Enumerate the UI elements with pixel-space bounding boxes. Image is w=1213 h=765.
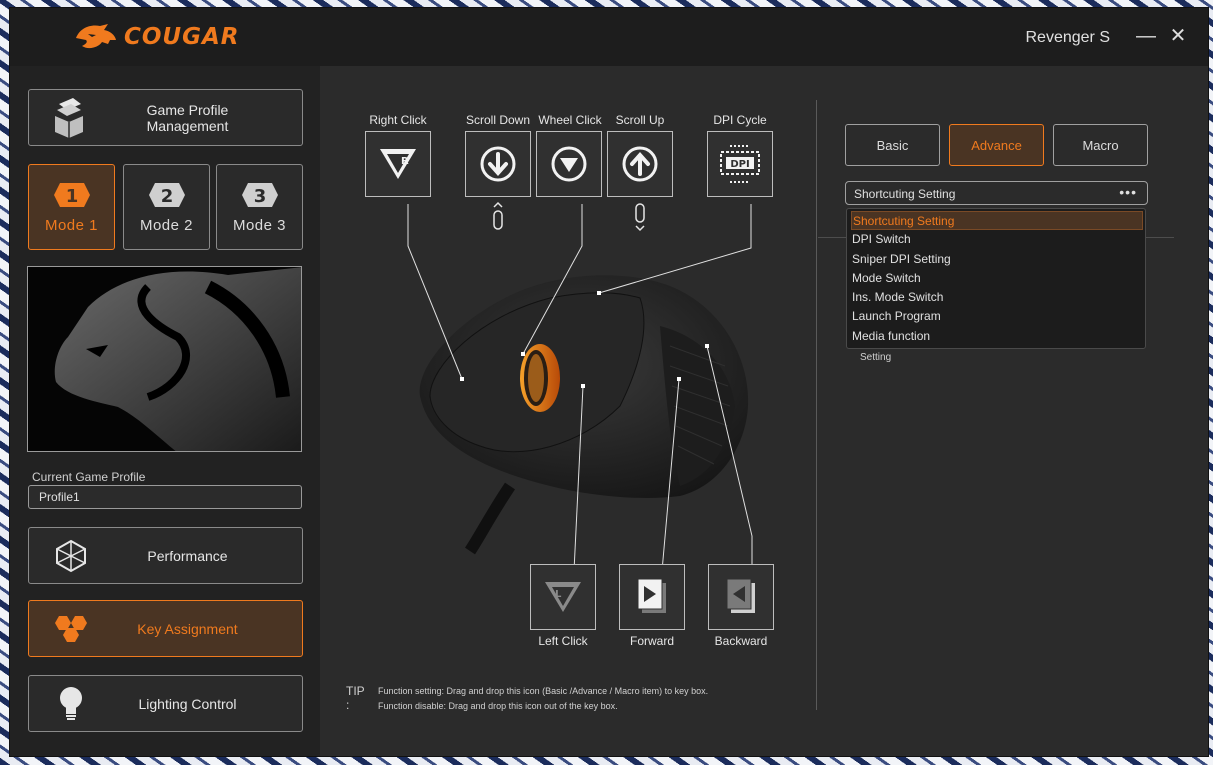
dropdown-option[interactable]: Mode Switch [851, 269, 1143, 288]
game-profile-label-line1: Game Profile [146, 101, 229, 118]
wheel-click-label: Wheel Click [538, 113, 602, 127]
dropdown-value: Shortcuting Setting [854, 187, 956, 201]
current-profile-label: Current Game Profile [32, 470, 146, 484]
partial-setting-label: Setting [860, 352, 892, 363]
svg-text:DPI: DPI [730, 159, 749, 170]
left-click-icon: L [545, 582, 581, 612]
backward-key-box[interactable] [708, 564, 774, 630]
right-click-key-box[interactable]: R [365, 131, 431, 197]
mode-1-button[interactable]: 1 Mode 1 [28, 164, 115, 250]
cougar-head-icon [76, 24, 116, 49]
vertical-divider [816, 100, 817, 710]
dpi-cycle-key-box[interactable]: DPI [707, 131, 773, 197]
logo-text: COUGAR [124, 24, 240, 50]
tab-advance[interactable]: Advance [949, 124, 1044, 166]
performance-icon [29, 539, 113, 573]
tip-head: TIP : [346, 684, 365, 712]
scroll-up-key-box[interactable] [607, 131, 673, 197]
key-assignment-icon [29, 614, 113, 644]
tab-basic[interactable]: Basic [845, 124, 940, 166]
dropdown-option[interactable]: Sniper DPI Setting [851, 250, 1143, 269]
game-profile-label-line2: Management [146, 117, 229, 134]
current-profile-field[interactable]: Profile1 [28, 485, 302, 509]
scroll-down-indicator-icon [635, 203, 645, 232]
dropdown-list: Shortcuting Setting DPI Switch Sniper DP… [846, 208, 1146, 349]
dropdown-option[interactable]: Media function [851, 327, 1143, 346]
scroll-up-label: Scroll Up [615, 113, 665, 127]
dropdown-option[interactable]: DPI Switch [851, 230, 1143, 249]
dpi-cycle-label: DPI Cycle [713, 113, 767, 127]
sidebar: Game Profile Management 1 Mode 1 2 Mode … [10, 66, 320, 756]
app-window: COUGAR Revenger S — ✕ Game Profile Manag… [10, 8, 1208, 756]
backward-page-icon [726, 578, 755, 613]
title-bar: COUGAR Revenger S — ✕ [10, 8, 1208, 66]
mode-3-label: Mode 3 [232, 216, 287, 234]
arrow-up-circle-icon [622, 146, 658, 182]
cougar-profile-art [54, 267, 301, 451]
dpi-icon: DPI [720, 145, 760, 183]
dropdown-option[interactable]: Shortcuting Setting [851, 211, 1143, 230]
performance-button[interactable]: Performance [28, 527, 303, 584]
backward-label: Backward [714, 634, 768, 648]
mode-1-label: Mode 1 [44, 216, 99, 234]
hexagon-3-icon: 3 [241, 182, 278, 207]
scroll-up-indicator-icon [493, 201, 503, 230]
close-button[interactable]: ✕ [1166, 24, 1190, 48]
more-dots-icon: ••• [1119, 184, 1137, 200]
tip-line-2: Function disable: Drag and drop this ico… [378, 701, 618, 711]
tab-macro[interactable]: Macro [1053, 124, 1148, 166]
right-click-label: Right Click [369, 113, 427, 127]
game-profile-management-label: Game Profile Management [113, 102, 302, 134]
left-click-key-box[interactable]: L [530, 564, 596, 630]
mode-2-label: Mode 2 [139, 216, 194, 234]
key-assignment-button[interactable]: Key Assignment [28, 600, 303, 657]
game-profile-management-button[interactable]: Game Profile Management [28, 89, 303, 146]
scroll-down-key-box[interactable] [465, 131, 531, 197]
svg-text:L: L [555, 589, 562, 600]
scroll-down-label: Scroll Down [465, 113, 531, 127]
svg-text:R: R [401, 156, 409, 167]
svg-text:3: 3 [253, 186, 266, 207]
triangle-down-circle-icon [551, 146, 587, 182]
arrow-down-circle-icon [480, 146, 516, 182]
svg-text:2: 2 [160, 186, 173, 207]
right-click-icon: R [380, 149, 416, 179]
minimize-button[interactable]: — [1134, 24, 1158, 48]
mode-3-button[interactable]: 3 Mode 3 [216, 164, 303, 250]
profile-image[interactable] [27, 266, 302, 452]
lightbulb-icon [29, 686, 113, 722]
svg-text:1: 1 [65, 186, 78, 207]
forward-key-box[interactable] [619, 564, 685, 630]
performance-label: Performance [147, 547, 228, 564]
tip-line-1: Function setting: Drag and drop this ico… [378, 686, 709, 696]
device-name: Revenger S [1025, 29, 1111, 46]
function-dropdown[interactable]: Shortcuting Setting ••• [845, 181, 1148, 205]
lighting-control-button[interactable]: Lighting Control [28, 675, 303, 732]
dropdown-option[interactable]: Ins. Mode Switch [851, 288, 1143, 307]
lighting-control-label: Lighting Control [138, 695, 237, 712]
key-assignment-label: Key Assignment [137, 620, 238, 637]
forward-label: Forward [629, 634, 674, 648]
dropdown-option[interactable]: Launch Program [851, 307, 1143, 326]
mode-2-button[interactable]: 2 Mode 2 [123, 164, 210, 250]
profile-stack-icon [29, 96, 113, 140]
hexagon-1-icon: 1 [53, 182, 90, 207]
cougar-logo: COUGAR [74, 22, 240, 52]
wheel-click-key-box[interactable] [536, 131, 602, 197]
forward-page-icon [637, 578, 666, 613]
hexagon-2-icon: 2 [148, 182, 185, 207]
left-click-label: Left Click [538, 634, 588, 648]
